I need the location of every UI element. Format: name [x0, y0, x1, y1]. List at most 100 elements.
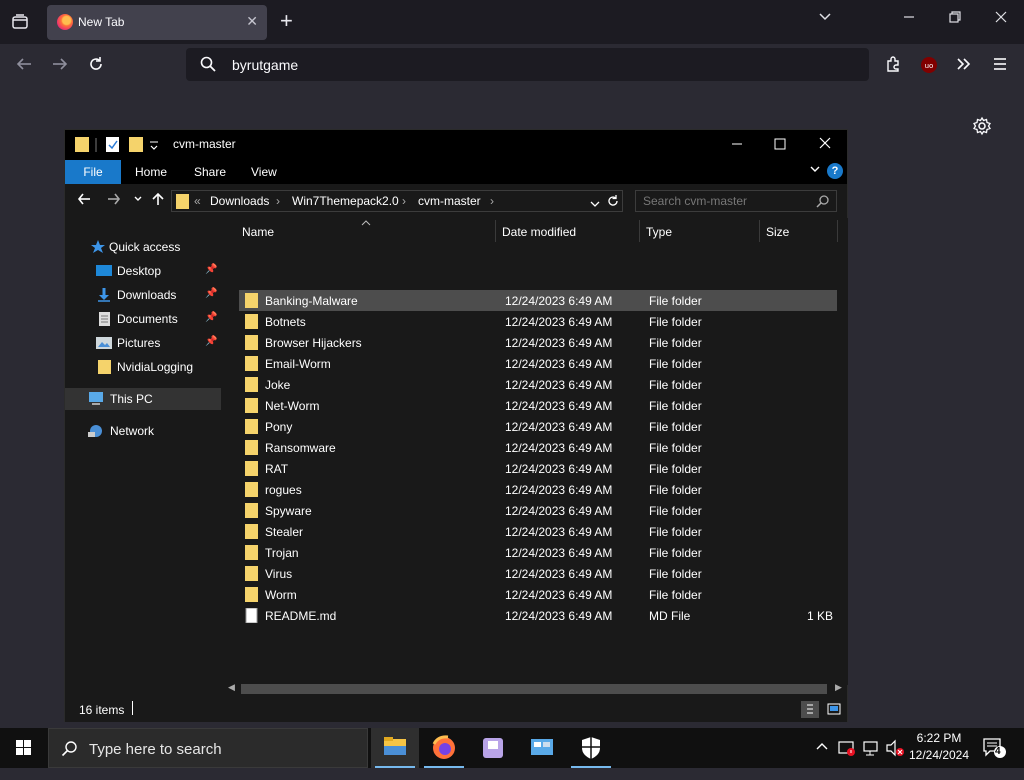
scrollbar-thumb[interactable] [241, 684, 827, 694]
show-hidden-icons-chevron-icon[interactable] [815, 740, 829, 780]
close-tab-icon[interactable]: ✕ [246, 13, 258, 30]
minimize-icon[interactable] [731, 134, 743, 159]
up-folder-icon[interactable] [151, 192, 165, 210]
file-row[interactable]: Ransomware 12/24/2023 6:49 AM File folder [239, 437, 837, 458]
properties-icon[interactable] [106, 136, 120, 157]
ublock-origin-icon[interactable]: uo [920, 56, 938, 79]
breadcrumb-win7themepack[interactable]: Win7Themepack2.0 [292, 194, 399, 208]
hamburger-menu-icon[interactable] [991, 55, 1009, 78]
tab-view[interactable]: View [251, 165, 277, 179]
breadcrumb-chevron-icon[interactable]: › [490, 194, 494, 208]
address-bar[interactable]: « Downloads › Win7Themepack2.0 › cvm-mas… [171, 190, 623, 212]
new-tab-button[interactable]: + [280, 9, 293, 33]
taskbar-windows-security[interactable] [567, 728, 615, 768]
forward-icon[interactable] [107, 192, 121, 210]
system-clock[interactable]: 6:22 PM 12/24/2024 [900, 730, 978, 764]
file-row[interactable]: README.md 12/24/2023 6:49 AM MD File 1 KB [239, 605, 837, 626]
file-row[interactable]: rogues 12/24/2023 6:49 AM File folder [239, 479, 837, 500]
file-row[interactable]: Email-Worm 12/24/2023 6:49 AM File folder [239, 353, 837, 374]
address-dropdown-icon[interactable] [590, 196, 600, 214]
file-row[interactable]: RAT 12/24/2023 6:49 AM File folder [239, 458, 837, 479]
tab-list-icon[interactable] [8, 10, 32, 34]
quick-access-dropdown-icon[interactable] [149, 139, 159, 157]
breadcrumb-chevron-icon[interactable]: › [402, 194, 406, 208]
page-settings-gear-icon[interactable] [972, 116, 992, 141]
nav-item-pictures[interactable]: Pictures 📌 [65, 332, 221, 354]
forward-icon[interactable] [51, 55, 69, 78]
back-icon[interactable] [77, 192, 91, 210]
file-row[interactable]: Botnets 12/24/2023 6:49 AM File folder [239, 311, 837, 332]
scroll-right-arrow-icon[interactable]: ▶ [835, 682, 842, 693]
action-center-icon[interactable] [982, 737, 1006, 777]
recent-locations-chevron-icon[interactable] [133, 192, 143, 210]
extensions-icon[interactable] [884, 55, 902, 78]
minimize-icon[interactable] [903, 10, 915, 29]
breadcrumb-downloads[interactable]: Downloads [210, 194, 269, 208]
taskbar-search-box[interactable]: Type here to search [48, 728, 368, 768]
column-header-name[interactable]: Name [237, 218, 495, 244]
refresh-icon[interactable] [606, 194, 620, 213]
nav-item-downloads[interactable]: Downloads 📌 [65, 284, 221, 306]
column-header-type[interactable]: Type [641, 218, 759, 244]
file-row[interactable]: Browser Hijackers 12/24/2023 6:49 AM File … [239, 332, 837, 353]
scroll-left-arrow-icon[interactable]: ◀ [228, 682, 235, 693]
column-divider[interactable] [639, 220, 640, 242]
folder-icon [245, 419, 258, 434]
column-divider[interactable] [495, 220, 496, 242]
nav-item-nvidialogging[interactable]: NvidiaLogging [65, 356, 221, 378]
file-row[interactable]: Spyware 12/24/2023 6:49 AM File folder [239, 500, 837, 521]
column-header-date-modified[interactable]: Date modified [497, 218, 639, 244]
file-row[interactable]: Worm 12/24/2023 6:49 AM File folder [239, 584, 837, 605]
expand-ribbon-chevron-icon[interactable] [809, 163, 821, 178]
file-row[interactable]: Banking-Malware 12/24/2023 6:49 AM File fo… [239, 290, 837, 311]
maximize-icon[interactable] [774, 134, 786, 159]
breadcrumb-chevron-icon[interactable]: › [276, 194, 280, 208]
nav-item-documents[interactable]: Documents 📌 [65, 308, 221, 330]
file-row[interactable]: Pony 12/24/2023 6:49 AM File folder [239, 416, 837, 437]
large-icons-view-icon[interactable] [825, 701, 843, 718]
tab-file[interactable]: File [65, 160, 121, 184]
search-input[interactable] [636, 191, 806, 211]
file-row[interactable]: Stealer 12/24/2023 6:49 AM File folder [239, 521, 837, 542]
restore-icon[interactable] [949, 10, 961, 29]
taskbar-app-4[interactable] [518, 728, 566, 768]
file-row[interactable]: Joke 12/24/2023 6:49 AM File folder [239, 374, 837, 395]
details-view-icon[interactable] [801, 701, 819, 718]
new-folder-icon[interactable] [129, 136, 143, 157]
nav-item-network[interactable]: Network [65, 420, 221, 442]
back-icon[interactable] [15, 55, 33, 78]
list-all-tabs-icon[interactable] [818, 10, 832, 29]
tab-home[interactable]: Home [135, 165, 167, 179]
file-row[interactable]: Trojan 12/24/2023 6:49 AM File folder [239, 542, 837, 563]
help-icon[interactable]: ? [827, 163, 843, 179]
file-row[interactable]: Net-Worm 12/24/2023 6:49 AM File folder [239, 395, 837, 416]
reload-icon[interactable] [87, 55, 105, 78]
column-header-size[interactable]: Size [761, 218, 837, 244]
file-date-modified: 12/24/2023 6:49 AM [505, 357, 613, 371]
breadcrumb-overflow-icon[interactable]: « [194, 194, 201, 208]
nav-item-quick-access[interactable]: Quick access [65, 236, 221, 258]
nav-item-desktop[interactable]: Desktop 📌 [65, 260, 221, 282]
breadcrumb-cvm-master[interactable]: cvm-master [418, 194, 481, 208]
overflow-menu-icon[interactable] [955, 55, 973, 78]
nav-item-this-pc[interactable]: This PC [65, 388, 221, 410]
defender-warning-icon[interactable] [838, 739, 856, 779]
column-divider[interactable] [759, 220, 760, 242]
nav-label: Documents [117, 312, 178, 326]
file-row[interactable]: Virus 12/24/2023 6:49 AM File folder [239, 563, 837, 584]
url-text[interactable]: byrutgame [232, 57, 298, 73]
taskbar-file-explorer[interactable] [371, 728, 419, 768]
url-bar[interactable]: byrutgame [186, 48, 869, 81]
folder-icon [245, 440, 258, 455]
tab-new-tab[interactable]: New Tab ✕ [47, 5, 267, 40]
taskbar-app-3[interactable] [469, 728, 517, 768]
explorer-search-box[interactable] [635, 190, 837, 212]
taskbar-firefox[interactable] [420, 728, 468, 768]
column-divider[interactable] [837, 220, 838, 242]
close-icon[interactable] [819, 134, 831, 159]
tab-share[interactable]: Share [194, 165, 226, 179]
horizontal-scrollbar[interactable]: ◀ ▶ [223, 681, 847, 697]
start-button[interactable] [0, 728, 48, 768]
close-window-icon[interactable] [995, 10, 1007, 29]
network-status-icon[interactable] [862, 739, 880, 779]
